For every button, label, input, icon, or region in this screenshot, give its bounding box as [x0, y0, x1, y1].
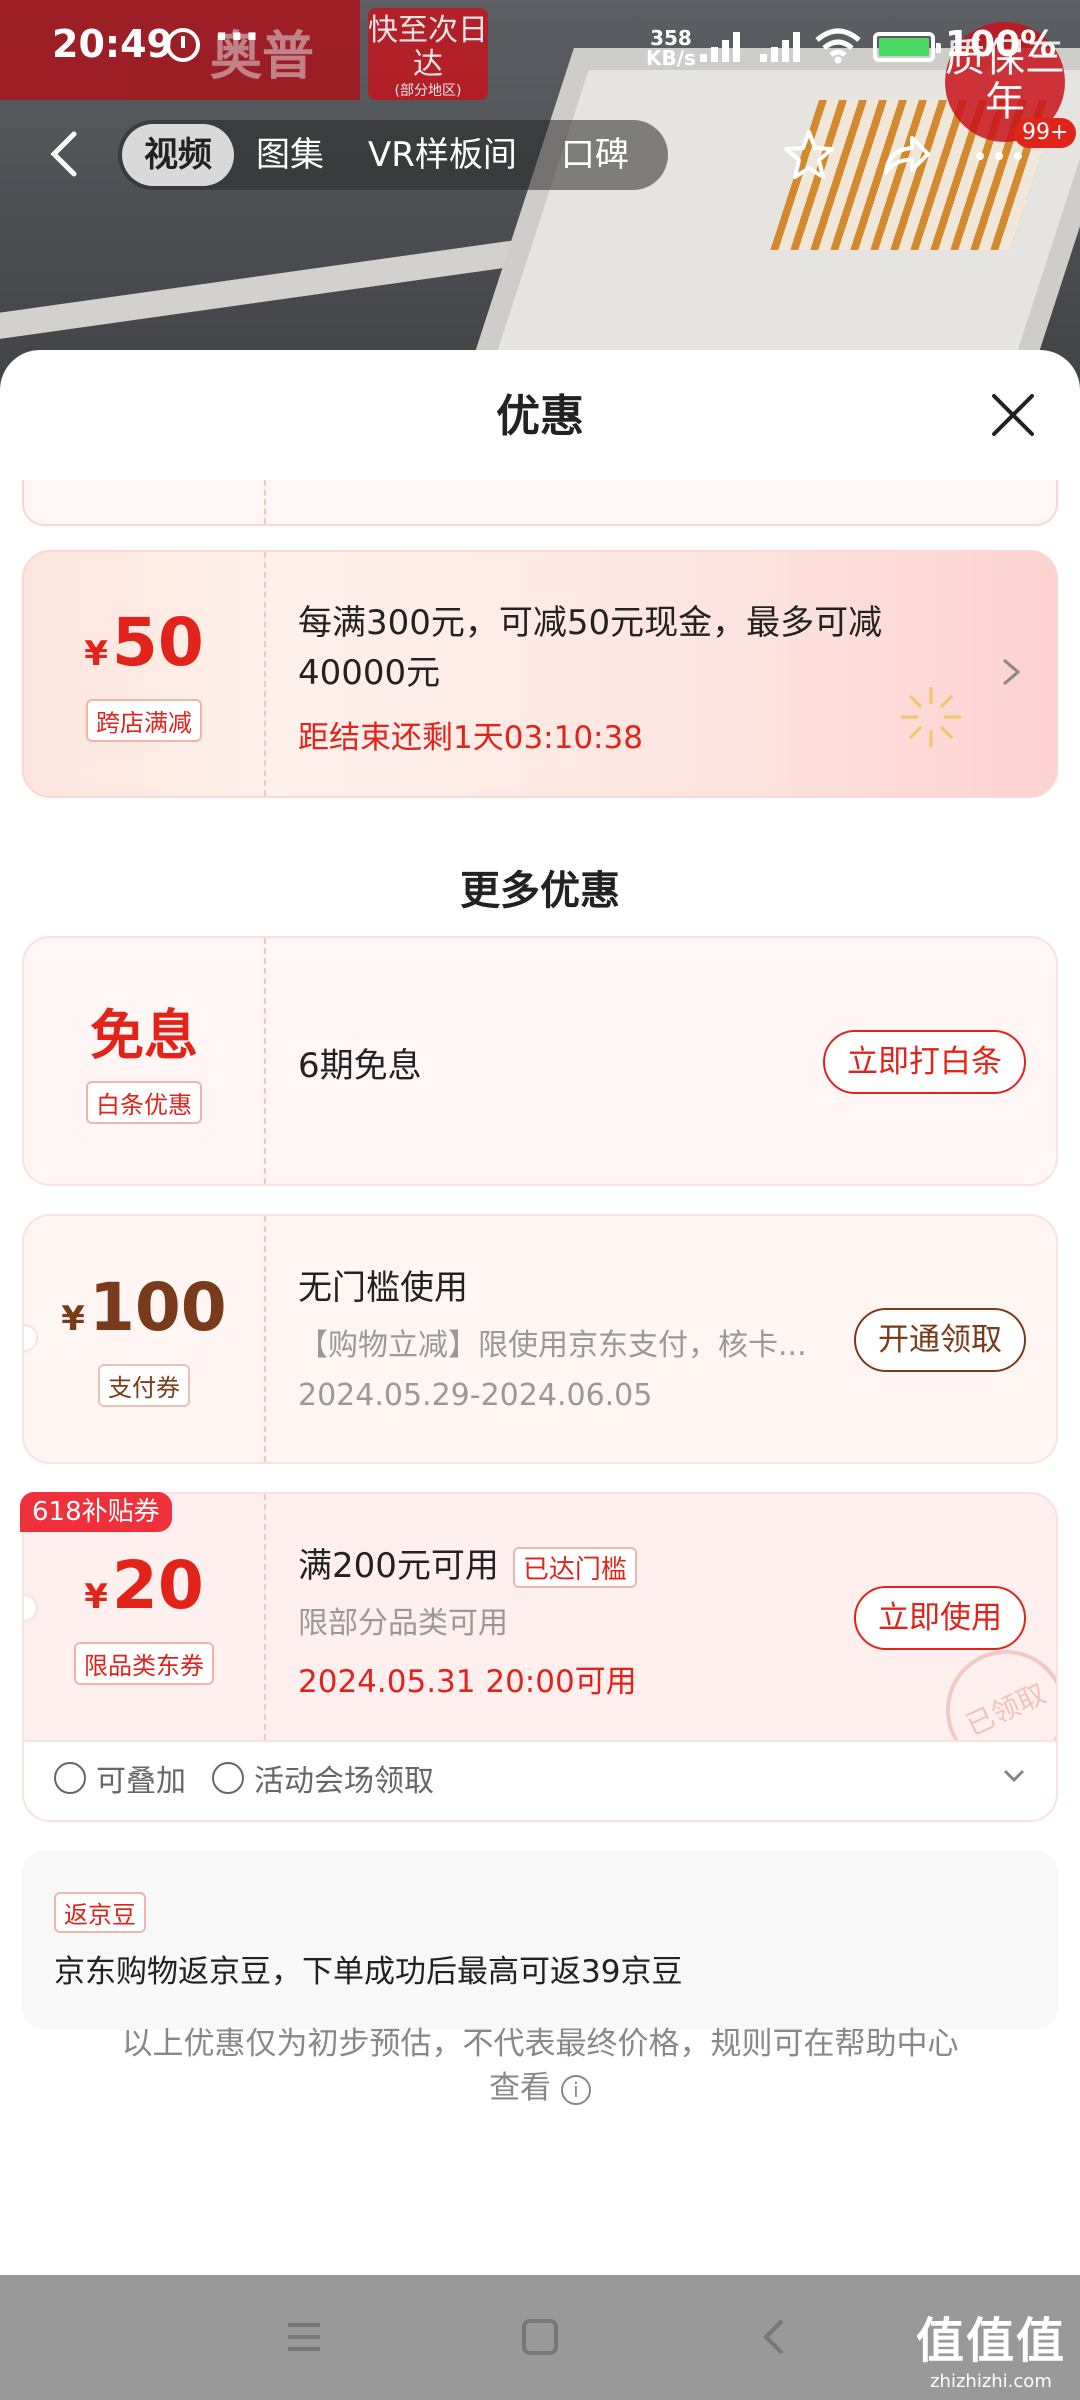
- network-speed: 358 KB/s: [646, 26, 696, 70]
- alarm-icon: [166, 28, 200, 62]
- beans-tag: 返京豆: [54, 1892, 146, 1933]
- coupon-restriction: 【购物立减】限使用京东支付，核卡...: [298, 1328, 807, 1363]
- jd-beans-section: 返京豆 京东购物返京豆，下单成功后最高可返39京豆: [22, 1850, 1058, 2030]
- activate-claim-button[interactable]: 开通领取: [854, 1308, 1026, 1372]
- share-icon[interactable]: [876, 126, 934, 184]
- tab-reviews[interactable]: 口碑: [539, 124, 651, 186]
- baitiao-button[interactable]: 立即打白条: [823, 1030, 1026, 1094]
- venue-ticket-icon: [212, 1762, 244, 1794]
- cross-store-discount-card[interactable]: ¥50 跨店满减 每满300元，可减50元现金，最多可减40000元 距结束还剩…: [22, 550, 1058, 798]
- back-icon[interactable]: [752, 2313, 800, 2361]
- beans-description: 京东购物返京豆，下单成功后最高可返39京豆: [54, 1954, 683, 1990]
- coupon-available-time: 2024.05.31 20:00可用: [298, 1664, 637, 1700]
- star-icon[interactable]: [780, 126, 838, 184]
- coupon-amount: ¥100: [61, 1269, 227, 1346]
- tab-video[interactable]: 视频: [122, 124, 234, 186]
- system-navigation-bar: 值值值 zhizhizhi.com: [0, 2275, 1080, 2400]
- status-time: 20:49: [52, 22, 173, 66]
- venue-label: 活动会场领取: [254, 1764, 434, 1799]
- coupon-restriction: 限部分品类可用: [298, 1606, 508, 1641]
- back-arrow-icon[interactable]: [40, 126, 90, 182]
- coupon-type-tag: 限品类东券: [74, 1642, 214, 1685]
- interest-free-title: 免息: [90, 1003, 198, 1067]
- firework-decoration-icon: [901, 687, 961, 747]
- chevron-right-icon: [1003, 658, 1021, 686]
- stack-icon: [54, 1762, 86, 1794]
- status-bar: 20:49 ··· 358 KB/s 100%: [0, 0, 1080, 92]
- previous-coupon-card-edge: [22, 480, 1058, 526]
- 618-subsidy-ribbon: 618补贴券: [20, 1492, 172, 1532]
- product-nav-bar: 视频 图集 VR样板间 口碑 99+: [0, 112, 1080, 198]
- close-icon[interactable]: [988, 390, 1038, 440]
- use-now-button[interactable]: 立即使用: [854, 1586, 1026, 1650]
- coupon-validity: 2024.05.29-2024.06.05: [298, 1378, 653, 1413]
- chevron-down-icon[interactable]: [1000, 1762, 1028, 1790]
- more-notifications-icon: ···: [214, 14, 260, 60]
- discount-sheet: 优惠 ¥50 跨店满减 每满300元，可减50元现金，最多可减40000元 距结…: [0, 350, 1080, 2275]
- coupon-type-tag: 支付券: [98, 1364, 190, 1407]
- battery-icon: [873, 32, 941, 62]
- interest-free-card: 免息 白条优惠 6期免息 立即打白条: [22, 936, 1058, 1186]
- category-coupon-container: ¥20 限品类东券 满200元可用 已达门槛 限部分品类可用 2024.05.31…: [22, 1492, 1058, 1822]
- interest-free-tag: 白条优惠: [86, 1080, 202, 1124]
- signal-icon: [760, 30, 808, 62]
- countdown-text: 距结束还剩1天03:10:38: [298, 720, 643, 756]
- category-coupon-card: ¥20 限品类东券 满200元可用 已达门槛 限部分品类可用 2024.05.31…: [22, 1492, 1058, 1742]
- coupon-meta-row: 可叠加 活动会场领取: [54, 1756, 434, 1800]
- tab-gallery[interactable]: 图集: [234, 124, 346, 186]
- signal-icon: [700, 30, 748, 62]
- home-icon[interactable]: [516, 2313, 564, 2361]
- stackable-label: 可叠加: [96, 1764, 186, 1799]
- coupon-type-tag: 跨店满减: [86, 699, 202, 742]
- coupon-title: 无门槛使用: [298, 1268, 468, 1308]
- coupon-amount: ¥50: [84, 604, 204, 681]
- info-icon[interactable]: i: [560, 2074, 591, 2105]
- media-tabs: 视频 图集 VR样板间 口碑: [118, 120, 668, 190]
- message-count-badge: 99+: [1014, 118, 1077, 148]
- threshold-reached-tag: 已达门槛: [512, 1547, 637, 1588]
- coupon-amount: ¥20: [84, 1547, 204, 1624]
- menu-icon[interactable]: [280, 2313, 328, 2361]
- tab-vr-showroom[interactable]: VR样板间: [346, 124, 539, 186]
- payment-coupon-card: ¥100 支付券 无门槛使用 【购物立减】限使用京东支付，核卡... 2024.…: [22, 1214, 1058, 1464]
- sheet-title: 优惠: [496, 391, 584, 442]
- coupon-description: 每满300元，可减50元现金，最多可减40000元: [298, 603, 883, 693]
- interest-free-description: 6期免息: [298, 1046, 422, 1086]
- battery-percent: 100%: [945, 24, 1057, 65]
- disclaimer: 以上优惠仅为初步预估，不代表最终价格，规则可在帮助中心查看 i: [121, 2026, 959, 2106]
- wifi-icon: [815, 28, 861, 64]
- watermark: 值值值 zhizhizhi.com: [915, 2313, 1066, 2392]
- more-offers-title: 更多优惠: [460, 868, 620, 914]
- coupon-title: 满200元可用: [298, 1546, 499, 1586]
